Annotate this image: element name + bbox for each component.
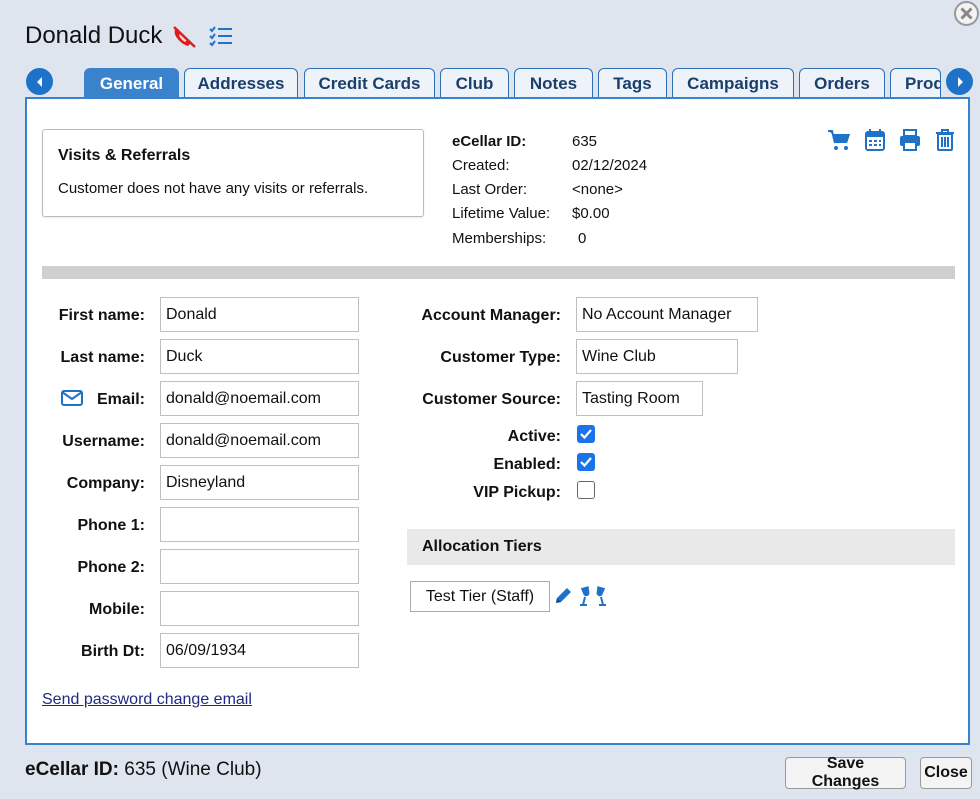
phone2-input[interactable] (160, 549, 359, 584)
phone2-label: Phone 2: (77, 559, 145, 576)
no-phone-icon[interactable] (171, 25, 197, 54)
close-circle-icon[interactable] (953, 0, 980, 27)
tab-notes[interactable]: Notes (514, 68, 593, 99)
enabled-label: Enabled: (493, 456, 561, 473)
ecellar-id-label: eCellar ID: (452, 133, 527, 150)
tab-scroll-left-icon[interactable] (26, 68, 53, 95)
vip-pickup-label: VIP Pickup: (473, 484, 561, 501)
vip-pickup-checkbox[interactable] (577, 481, 595, 499)
account-manager-label: Account Manager: (421, 307, 561, 324)
customer-source-label: Customer Source: (422, 391, 561, 408)
company-input[interactable] (160, 465, 359, 500)
customer-type-label: Customer Type: (440, 349, 561, 366)
email-input[interactable] (160, 381, 359, 416)
calendar-icon[interactable] (865, 129, 885, 156)
visits-text: Customer does not have any visits or ref… (58, 180, 369, 197)
tab-products[interactable]: Produ (890, 68, 941, 99)
last-order-label: Last Order: (452, 181, 528, 198)
username-input[interactable] (160, 423, 359, 458)
tab-general[interactable]: General (84, 68, 179, 99)
pencil-icon[interactable] (553, 586, 573, 611)
wine-glasses-icon[interactable] (579, 585, 607, 612)
section-divider (42, 266, 955, 279)
memberships-value: 0 (578, 230, 587, 247)
account-manager-select[interactable] (576, 297, 758, 332)
lifetime-value: $0.00 (572, 205, 610, 222)
tab-credit-cards[interactable]: Credit Cards (304, 68, 435, 99)
created-value: 02/12/2024 (572, 157, 648, 174)
last-name-input[interactable] (160, 339, 359, 374)
memberships-label: Memberships: (452, 230, 547, 247)
last-order-value: <none> (572, 181, 623, 198)
save-changes-button[interactable]: Save Changes (785, 755, 906, 790)
footer-ecellar-id: eCellar ID: 635 (Wine Club) (25, 759, 262, 781)
mobile-label: Mobile: (89, 601, 145, 618)
first-name-label: First name: (58, 307, 145, 324)
phone1-input[interactable] (160, 507, 359, 542)
tab-scroll-right-icon[interactable] (946, 68, 973, 95)
footer-id-text: 635 (Wine Club) (124, 759, 262, 780)
tab-club[interactable]: Club (440, 68, 509, 99)
customer-name-title: Donald Duck (25, 22, 163, 49)
enabled-checkbox[interactable] (577, 453, 595, 471)
company-label: Company: (66, 475, 145, 492)
username-label: Username: (62, 433, 145, 450)
mobile-input[interactable] (160, 591, 359, 626)
active-checkbox[interactable] (577, 425, 595, 443)
phone1-label: Phone 1: (77, 517, 145, 534)
active-label: Active: (507, 428, 561, 445)
visits-title: Visits & Referrals (58, 147, 191, 164)
visits-referrals-box: Visits & Referrals Customer does not hav… (42, 129, 424, 217)
cart-icon[interactable] (827, 129, 851, 156)
ecellar-id-value: 635 (572, 133, 598, 150)
send-password-email-link[interactable]: Send password change email (42, 691, 252, 709)
print-icon[interactable] (899, 129, 921, 156)
birth-date-input[interactable] (160, 633, 359, 668)
lifetime-value-label: Lifetime Value: (452, 205, 551, 222)
tab-campaigns[interactable]: Campaigns (672, 68, 794, 99)
allocation-tiers-header: Allocation Tiers (407, 529, 955, 565)
close-button[interactable]: Close (920, 757, 972, 789)
tab-addresses[interactable]: Addresses (184, 68, 298, 99)
general-panel: Visits & Referrals Customer does not hav… (25, 97, 970, 745)
allocation-tier-chip: Test Tier (Staff) (410, 581, 550, 612)
first-name-input[interactable] (160, 297, 359, 332)
created-label: Created: (452, 157, 510, 174)
footer-id-label: eCellar ID: (25, 759, 119, 780)
customer-type-select[interactable] (576, 339, 738, 374)
trash-icon[interactable] (935, 129, 955, 156)
tab-orders[interactable]: Orders (799, 68, 885, 99)
checklist-icon[interactable] (209, 25, 233, 52)
customer-source-select[interactable] (576, 381, 703, 416)
email-label: Email: (96, 391, 145, 408)
tab-tags[interactable]: Tags (598, 68, 667, 99)
last-name-label: Last name: (60, 349, 145, 366)
tab-bar: General Addresses Credit Cards Club Note… (25, 67, 975, 99)
birth-date-label: Birth Dt: (81, 643, 145, 660)
